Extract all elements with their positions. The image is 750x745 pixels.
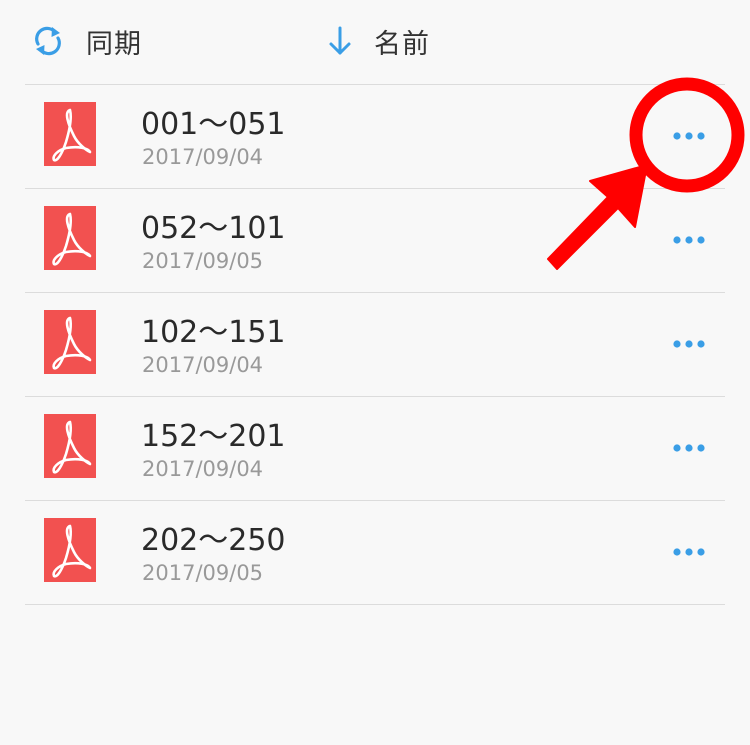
file-date: 2017/09/05: [142, 561, 264, 585]
file-list: 001〜051 2017/09/04 052〜101 2017/09/05 10…: [25, 84, 725, 605]
sync-label: 同期: [86, 28, 142, 60]
file-date: 2017/09/05: [142, 249, 264, 273]
file-row[interactable]: 202〜250 2017/09/05: [25, 501, 725, 605]
more-options-button[interactable]: [661, 225, 717, 255]
more-dots-icon: [673, 548, 705, 556]
more-dots-icon: [673, 444, 705, 452]
file-row[interactable]: 052〜101 2017/09/05: [25, 189, 725, 293]
arrow-down-icon: [322, 23, 358, 59]
more-dots-icon: [673, 236, 705, 244]
pdf-icon: [44, 518, 96, 582]
file-row[interactable]: 152〜201 2017/09/04: [25, 397, 725, 501]
sort-by-name-button[interactable]: 名前: [322, 20, 430, 62]
file-date: 2017/09/04: [142, 353, 264, 377]
more-dots-icon: [673, 340, 705, 348]
toolbar: 同期 名前: [0, 0, 750, 84]
more-options-button[interactable]: [661, 121, 717, 151]
more-options-button[interactable]: [661, 537, 717, 567]
more-options-button[interactable]: [661, 329, 717, 359]
sort-label: 名前: [374, 28, 430, 60]
pdf-icon: [44, 102, 96, 166]
file-row[interactable]: 001〜051 2017/09/04: [25, 85, 725, 189]
more-options-button[interactable]: [661, 433, 717, 463]
pdf-icon: [44, 414, 96, 478]
sync-button[interactable]: 同期: [30, 20, 142, 62]
pdf-icon: [44, 206, 96, 270]
sync-icon: [30, 23, 66, 59]
pdf-icon: [44, 310, 96, 374]
file-date: 2017/09/04: [142, 145, 264, 169]
file-name: 102〜151: [141, 315, 286, 350]
file-name: 152〜201: [141, 419, 286, 454]
file-name: 001〜051: [141, 107, 286, 142]
more-dots-icon: [673, 132, 705, 140]
file-date: 2017/09/04: [142, 457, 264, 481]
file-name: 202〜250: [141, 523, 286, 558]
file-row[interactable]: 102〜151 2017/09/04: [25, 293, 725, 397]
file-name: 052〜101: [141, 211, 286, 246]
